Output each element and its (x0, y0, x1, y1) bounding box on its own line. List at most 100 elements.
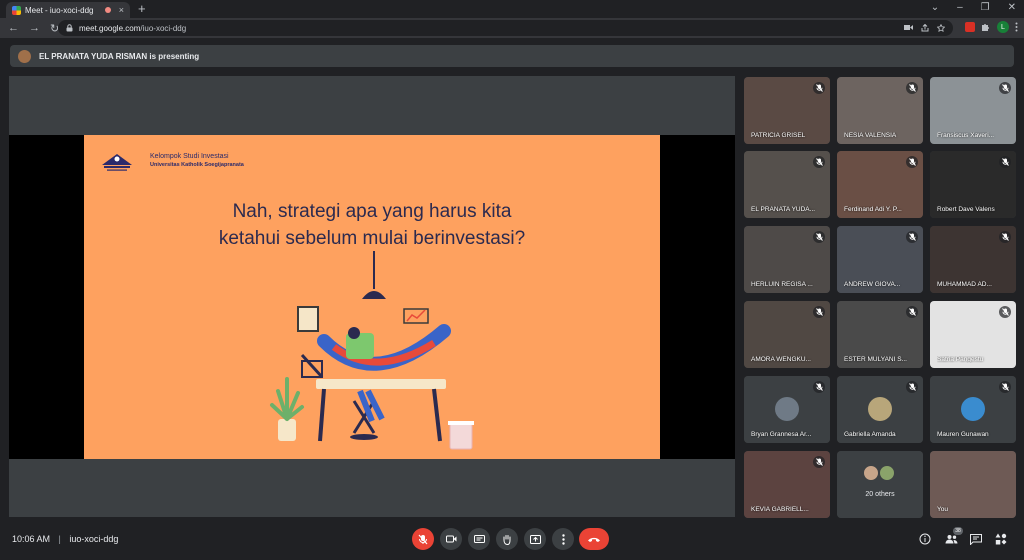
participant-tile[interactable]: HERLUIN REGISA ... (744, 226, 830, 293)
participant-avatar (879, 465, 895, 481)
others-avatar-stack (863, 465, 895, 481)
raise-hand-button[interactable] (496, 528, 518, 550)
participant-tile[interactable]: You (930, 451, 1016, 518)
participant-tile[interactable]: ESTER MULYANI S... (837, 301, 923, 368)
participant-name: KEVIA GABRIELL... (751, 506, 809, 513)
mic-muted-icon (813, 82, 825, 94)
participant-tile[interactable]: AMORA WENGKU... (744, 301, 830, 368)
participant-tile[interactable]: KEVIA GABRIELL... (744, 451, 830, 518)
participant-name: EL PRANATA YUDA... (751, 206, 816, 213)
end-call-icon (588, 537, 600, 542)
others-count-label: 20 others (865, 491, 895, 498)
activities-button[interactable] (994, 532, 1008, 546)
camera-off-button[interactable] (440, 528, 462, 550)
minimize-button[interactable]: – (957, 2, 963, 13)
mic-muted-icon (813, 306, 825, 318)
browser-tabbar: Meet - iuo-xoci-ddg × + ⌄ – ❐ ✕ (0, 0, 1024, 18)
window-controls: ⌄ – ❐ ✕ (931, 2, 1016, 13)
chat-icon (970, 533, 982, 545)
people-button[interactable]: 38 (944, 527, 963, 546)
participant-tile[interactable]: MUHAMMAD AD... (930, 226, 1016, 293)
mic-off-icon (418, 534, 428, 544)
meet-favicon-icon (12, 5, 21, 15)
url-path: /iuo-xoci-ddg (140, 23, 187, 33)
participant-tile[interactable]: Fransiscus Xaveri... (930, 77, 1016, 144)
participant-name: AMORA WENGKU... (751, 356, 811, 363)
participant-avatar (775, 397, 799, 421)
mic-muted-icon (906, 82, 918, 94)
puzzle-icon[interactable] (981, 22, 991, 32)
org-subtitle: Universitas Katholik Soegijapranata (150, 162, 244, 168)
tab-title: Meet - iuo-xoci-ddg (25, 5, 94, 15)
presentation-slide: Kelompok Studi Investasi Universitas Kat… (84, 135, 660, 459)
participant-tile[interactable]: Ferdinand Adi Y. P... (837, 151, 923, 218)
captions-button[interactable] (468, 528, 490, 550)
slide-question-line-2: ketahui sebelum mulai berinvestasi? (218, 228, 526, 249)
kelompok-studi-investasi-logo (102, 154, 132, 171)
leave-call-button[interactable] (579, 528, 609, 550)
forward-button[interactable]: → (29, 22, 40, 35)
meeting-control-bar: 10:06 AM | iuo-xoci-ddg 38 (0, 518, 1024, 560)
mic-muted-icon (999, 156, 1011, 168)
maximize-button[interactable]: ❐ (981, 2, 990, 13)
lock-icon[interactable] (66, 24, 73, 32)
meeting-code: iuo-xoci-ddg (69, 534, 119, 544)
nav-buttons: ← → ↻ (0, 22, 59, 35)
close-tab-icon[interactable]: × (119, 5, 124, 15)
hand-icon (503, 534, 511, 545)
participant-tile[interactable]: NESIA VALENSIA (837, 77, 923, 144)
participant-name: Fransiscus Xaveri... (937, 132, 995, 139)
participant-name: ANDREW GIOVA... (844, 281, 901, 288)
mic-muted-icon (813, 231, 825, 243)
new-tab-button[interactable]: + (138, 1, 146, 16)
participant-name: Bryan Grannesa Ar... (751, 431, 812, 438)
mic-off-button[interactable] (412, 528, 434, 550)
chat-button[interactable] (969, 532, 983, 546)
mic-muted-icon (906, 381, 918, 393)
address-toolbar: ← → ↻ meet.google.com/iuo-xoci-ddg L (0, 18, 1024, 38)
participant-tile[interactable]: Mauren Gunawan (930, 376, 1016, 443)
tab-search-icon[interactable]: ⌄ (931, 2, 939, 13)
present-now-button[interactable] (524, 528, 546, 550)
back-button[interactable]: ← (8, 22, 19, 35)
participant-tile[interactable]: ANDREW GIOVA... (837, 226, 923, 293)
participant-tile[interactable]: PATRICIA GRISEL (744, 77, 830, 144)
camera-permission-icon[interactable] (904, 24, 913, 31)
mic-muted-icon (813, 381, 825, 393)
participant-name: Robert Dave Valens (937, 206, 995, 213)
more-vert-icon[interactable] (1015, 22, 1018, 32)
presenting-text: EL PRANATA YUDA RISMAN is presenting (39, 51, 200, 61)
camera-off-icon (445, 535, 456, 543)
hammock-office-illustration (270, 251, 474, 450)
recording-indicator-icon (104, 7, 111, 13)
participant-avatar (961, 397, 985, 421)
participant-tile[interactable]: Satria Pangestu (930, 301, 1016, 368)
meeting-details-button[interactable] (918, 532, 932, 546)
participant-tile[interactable]: Robert Dave Valens (930, 151, 1016, 218)
mic-muted-icon (999, 82, 1011, 94)
others-tile[interactable]: 20 others (837, 451, 923, 518)
participant-avatar (868, 397, 892, 421)
mic-muted-icon (813, 156, 825, 168)
captions-icon (473, 535, 485, 543)
close-window-button[interactable]: ✕ (1008, 2, 1016, 13)
participant-name: Mauren Gunawan (937, 431, 989, 438)
mic-muted-icon (999, 306, 1011, 318)
participant-tile[interactable]: Bryan Grannesa Ar... (744, 376, 830, 443)
extensions-area: L (965, 21, 1018, 33)
profile-avatar[interactable]: L (997, 21, 1009, 33)
share-icon[interactable] (921, 24, 929, 32)
participant-avatar (863, 465, 879, 481)
omnibox[interactable]: meet.google.com/iuo-xoci-ddg (58, 20, 953, 36)
more-options-button[interactable] (552, 528, 574, 550)
browser-tab-meet[interactable]: Meet - iuo-xoci-ddg × (6, 2, 130, 18)
extension-icon[interactable] (965, 22, 975, 32)
bookmark-star-icon[interactable] (937, 24, 945, 32)
present-screen-icon (529, 534, 541, 544)
mic-muted-icon (906, 156, 918, 168)
presenter-avatar (18, 49, 31, 63)
participant-tile[interactable]: EL PRANATA YUDA... (744, 151, 830, 218)
people-icon (945, 535, 958, 544)
participant-tile[interactable]: Gabriella Amanda (837, 376, 923, 443)
mic-muted-icon (813, 456, 825, 468)
